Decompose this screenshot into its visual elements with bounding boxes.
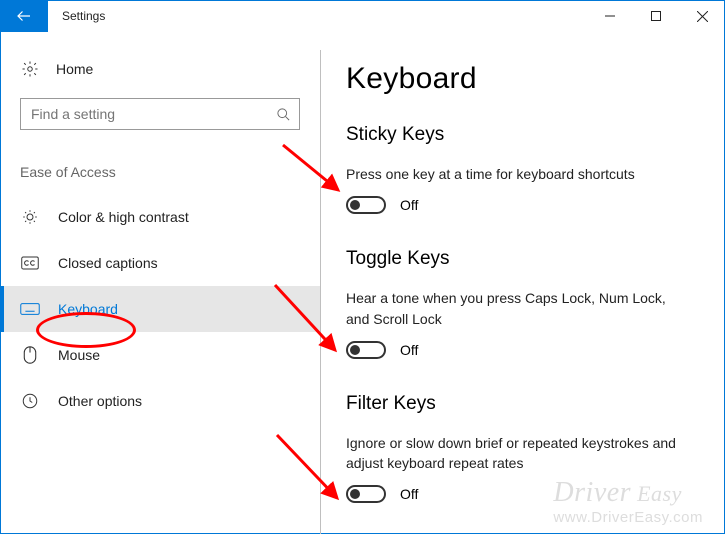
page-title: Keyboard — [346, 62, 697, 96]
section-desc: Ignore or slow down brief or repeated ke… — [346, 433, 686, 474]
section-title: Filter Keys — [346, 393, 697, 415]
filter-keys-toggle[interactable]: Off — [346, 485, 697, 503]
close-button[interactable] — [679, 0, 725, 32]
sidebar-item-label: Mouse — [58, 347, 100, 363]
maximize-icon — [651, 11, 661, 21]
toggle-state: Off — [400, 342, 418, 358]
toggle-keys-toggle[interactable]: Off — [346, 341, 697, 359]
sidebar: Home Ease of Access Color & high contras… — [0, 32, 320, 534]
section-desc: Hear a tone when you press Caps Lock, Nu… — [346, 288, 686, 329]
sidebar-item-label: Closed captions — [58, 255, 158, 271]
section-toggle-keys: Toggle Keys Hear a tone when you press C… — [346, 248, 697, 359]
toggle-switch-icon — [346, 485, 386, 503]
sidebar-item-other[interactable]: Other options — [0, 378, 320, 424]
toggle-state: Off — [400, 197, 418, 213]
sidebar-item-label: Other options — [58, 393, 142, 409]
toggle-state: Off — [400, 486, 418, 502]
section-desc: Press one key at a time for keyboard sho… — [346, 164, 686, 184]
options-icon — [20, 392, 40, 410]
section-title: Sticky Keys — [346, 124, 697, 146]
sidebar-item-keyboard[interactable]: Keyboard — [0, 286, 320, 332]
sidebar-item-color-contrast[interactable]: Color & high contrast — [0, 194, 320, 240]
gear-icon — [20, 60, 40, 78]
arrow-left-icon — [15, 7, 33, 25]
sidebar-item-label: Color & high contrast — [58, 209, 189, 225]
sidebar-item-label: Keyboard — [58, 301, 118, 317]
minimize-button[interactable] — [587, 0, 633, 32]
divider — [320, 50, 321, 534]
close-icon — [697, 11, 708, 22]
sidebar-item-mouse[interactable]: Mouse — [0, 332, 320, 378]
back-button[interactable] — [0, 0, 48, 32]
window-title: Settings — [48, 0, 105, 32]
captions-icon — [20, 256, 40, 270]
category-label: Ease of Access — [20, 164, 320, 180]
brightness-icon — [20, 208, 40, 226]
search-box[interactable] — [20, 98, 300, 130]
maximize-button[interactable] — [633, 0, 679, 32]
sidebar-item-closed-captions[interactable]: Closed captions — [0, 240, 320, 286]
search-input[interactable] — [29, 105, 276, 123]
sticky-keys-toggle[interactable]: Off — [346, 196, 697, 214]
section-sticky-keys: Sticky Keys Press one key at a time for … — [346, 124, 697, 214]
title-bar: Settings — [0, 0, 725, 32]
section-title: Toggle Keys — [346, 248, 697, 270]
search-icon — [276, 107, 291, 122]
toggle-switch-icon — [346, 196, 386, 214]
home-link[interactable]: Home — [0, 60, 320, 78]
keyboard-icon — [20, 302, 40, 316]
section-filter-keys: Filter Keys Ignore or slow down brief or… — [346, 393, 697, 504]
mouse-icon — [20, 346, 40, 364]
main-panel: Keyboard Sticky Keys Press one key at a … — [320, 32, 725, 534]
minimize-icon — [605, 11, 615, 21]
toggle-switch-icon — [346, 341, 386, 359]
home-label: Home — [56, 61, 93, 77]
